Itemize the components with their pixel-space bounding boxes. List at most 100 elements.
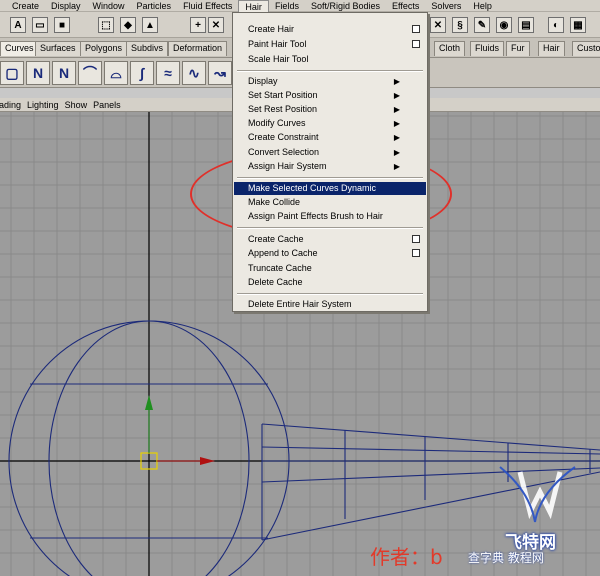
menu-item-label: Create Cache xyxy=(248,234,304,244)
tab-custom[interactable]: Custom xyxy=(572,41,600,56)
select-hierarchy-icon[interactable]: ⬚ xyxy=(98,17,114,33)
pencil-curve-tool-icon[interactable]: ⌒ xyxy=(78,61,102,85)
menu-item-label: Modify Curves xyxy=(248,118,306,128)
menu-item-label: Create Constraint xyxy=(248,132,319,142)
menu-item-make-selected-curves-dynamic[interactable]: Make Selected Curves Dynamic xyxy=(234,182,426,195)
watermark-subtitle: 查字典 教程网 xyxy=(468,551,544,565)
manipulator-y-arrow xyxy=(145,395,153,410)
tab-subdivs[interactable]: Subdivs xyxy=(126,41,169,56)
option-box-icon[interactable] xyxy=(412,235,420,243)
menu-item-paint-hair-tool[interactable]: Paint Hair Tool xyxy=(234,38,426,51)
site-logo-wings xyxy=(499,466,576,523)
panel-menu-panels[interactable]: Panels xyxy=(93,100,127,110)
tab-cloth[interactable]: Cloth xyxy=(434,41,466,56)
arc-tool-icon[interactable]: ⌓ xyxy=(104,61,128,85)
cv-curve-tool-icon[interactable]: N xyxy=(26,61,50,85)
menu-item-delete-cache[interactable]: Delete Cache xyxy=(234,276,426,289)
menu-item-append-to-cache[interactable]: Append to Cache xyxy=(234,247,426,260)
option-box-icon[interactable] xyxy=(412,40,420,48)
render-icon[interactable]: § xyxy=(452,17,468,33)
menu-item-label: Truncate Cache xyxy=(248,263,312,273)
render-settings-icon[interactable]: ◉ xyxy=(496,17,512,33)
menu-fluid-effects[interactable]: Fluid Effects xyxy=(177,0,238,12)
select-component-icon[interactable]: ▲ xyxy=(142,17,158,33)
tab-fluids[interactable]: Fluids xyxy=(470,41,505,56)
menu-create[interactable]: Create xyxy=(6,0,45,12)
menu-item-label: Make Selected Curves Dynamic xyxy=(248,183,377,193)
menu-item-label: Delete Entire Hair System xyxy=(248,299,352,309)
save-scene-icon[interactable]: ■ xyxy=(54,17,70,33)
menu-solvers[interactable]: Solvers xyxy=(425,0,467,12)
menu-item-label: Assign Paint Effects Brush to Hair xyxy=(248,211,383,221)
nurbs-square-icon[interactable]: ▢ xyxy=(0,61,24,85)
tab-fur[interactable]: Fur xyxy=(506,41,530,56)
hypershade-icon[interactable]: ▤ xyxy=(518,17,534,33)
history-icon[interactable]: ✕ xyxy=(430,17,446,33)
menu-item-create-constraint[interactable]: Create Constraint ▶ xyxy=(234,131,426,144)
attribute-editor-icon[interactable]: ▦ xyxy=(570,17,586,33)
menu-item-label: Make Collide xyxy=(248,197,301,207)
open-scene-icon[interactable]: ▭ xyxy=(32,17,48,33)
menu-effects[interactable]: Effects xyxy=(386,0,425,12)
menu-item-label: Assign Hair System xyxy=(248,161,327,171)
tab-curves[interactable]: Curves xyxy=(0,41,39,56)
tab-surfaces[interactable]: Surfaces xyxy=(35,41,81,56)
tab-hair[interactable]: Hair xyxy=(538,41,565,56)
menu-separator xyxy=(237,227,423,229)
manipulator-x-arrow xyxy=(200,457,215,465)
menu-item-set-start-position[interactable]: Set Start Position ▶ xyxy=(234,89,426,102)
submenu-arrow-icon: ▶ xyxy=(393,162,400,171)
submenu-arrow-icon: ▶ xyxy=(393,105,400,114)
snap-curve-icon[interactable]: ✕ xyxy=(208,17,224,33)
ep-curve-tool-icon[interactable]: N xyxy=(52,61,76,85)
new-scene-icon[interactable]: A xyxy=(10,17,26,33)
option-box-icon[interactable] xyxy=(412,25,420,33)
insert-knot-icon[interactable]: ∿ xyxy=(182,61,206,85)
menu-item-label: Set Rest Position xyxy=(248,104,318,114)
menu-item-assign-hair-system[interactable]: Assign Hair System ▶ xyxy=(234,160,426,173)
menu-item-make-collide[interactable]: Make Collide xyxy=(234,196,426,209)
menu-item-label: Set Start Position xyxy=(248,90,318,100)
watermark-author: 作者：b xyxy=(370,545,443,569)
menu-separator xyxy=(237,70,423,72)
panel-menu-shading[interactable]: Shading xyxy=(0,100,27,110)
hair-tube-wireframe xyxy=(261,423,600,541)
snap-grid-icon[interactable]: + xyxy=(190,17,206,33)
menu-item-scale-hair-tool[interactable]: Scale Hair Tool xyxy=(234,53,426,66)
panel-menu-lighting[interactable]: Lighting xyxy=(27,100,65,110)
menu-item-create-cache[interactable]: Create Cache xyxy=(234,233,426,246)
submenu-arrow-icon: ▶ xyxy=(393,119,400,128)
menu-display[interactable]: Display xyxy=(45,0,87,12)
channel-box-icon[interactable]: ◐ xyxy=(548,17,564,33)
menu-window[interactable]: Window xyxy=(87,0,131,12)
menu-item-label: Convert Selection xyxy=(248,147,320,157)
menu-item-label: Paint Hair Tool xyxy=(248,39,307,49)
menu-item-create-hair[interactable]: Create Hair xyxy=(234,23,426,36)
menu-hair[interactable]: Hair xyxy=(238,0,269,12)
menu-item-convert-selection[interactable]: Convert Selection ▶ xyxy=(234,146,426,159)
menu-item-display[interactable]: Display ▶ xyxy=(234,75,426,88)
extend-curve-icon[interactable]: ↝ xyxy=(208,61,232,85)
detach-curves-icon[interactable]: ≈ xyxy=(156,61,180,85)
menu-item-truncate-cache[interactable]: Truncate Cache xyxy=(234,262,426,275)
menu-item-set-rest-position[interactable]: Set Rest Position ▶ xyxy=(234,103,426,116)
menu-soft-rigid-bodies[interactable]: Soft/Rigid Bodies xyxy=(305,0,386,12)
menu-item-label: Display xyxy=(248,76,278,86)
menu-item-delete-entire-hair-system[interactable]: Delete Entire Hair System xyxy=(234,298,426,311)
menu-particles[interactable]: Particles xyxy=(131,0,178,12)
submenu-arrow-icon: ▶ xyxy=(393,133,400,142)
menu-help[interactable]: Help xyxy=(467,0,498,12)
ipr-render-icon[interactable]: ✎ xyxy=(474,17,490,33)
select-object-icon[interactable]: ◆ xyxy=(120,17,136,33)
option-box-icon[interactable] xyxy=(412,249,420,257)
menu-item-assign-paint-effects-brush[interactable]: Assign Paint Effects Brush to Hair xyxy=(234,210,426,223)
menu-fields[interactable]: Fields xyxy=(269,0,305,12)
hair-menu-dropdown: Create Hair Paint Hair Tool Scale Hair T… xyxy=(232,12,428,312)
tab-polygons[interactable]: Polygons xyxy=(80,41,128,56)
tab-deformation[interactable]: Deformation xyxy=(168,41,228,56)
panel-menu-show[interactable]: Show xyxy=(65,100,94,110)
menu-item-modify-curves[interactable]: Modify Curves ▶ xyxy=(234,117,426,130)
menu-item-label: Append to Cache xyxy=(248,248,318,258)
attach-curves-icon[interactable]: ∫ xyxy=(130,61,154,85)
menu-item-label: Scale Hair Tool xyxy=(248,54,309,64)
